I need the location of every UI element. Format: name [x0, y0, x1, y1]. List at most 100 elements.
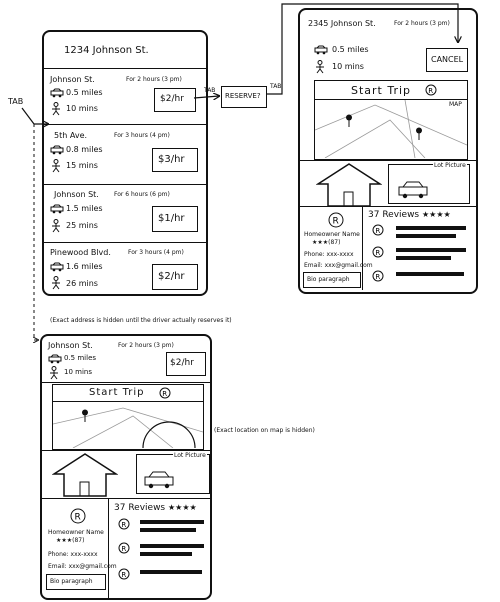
- price-label: $3/hr: [158, 154, 185, 165]
- cancel-label: CANCEL: [431, 55, 464, 64]
- avatar: R: [70, 508, 86, 524]
- walk-icon: [316, 60, 324, 74]
- reserve-prompt[interactable]: RESERVE?: [221, 86, 267, 108]
- price-button[interactable]: $3/hr: [152, 148, 198, 172]
- svg-text:R: R: [121, 571, 126, 579]
- section-divider: [42, 382, 210, 383]
- price-button[interactable]: $2/hr: [166, 352, 206, 376]
- svg-text:R: R: [428, 87, 433, 95]
- listing-street: Pinewood Blvd.: [50, 248, 111, 257]
- listing-row[interactable]: 5th Ave. For 3 hours (4 pm) 0.8 miles 15…: [44, 126, 206, 184]
- header-divider: [44, 68, 206, 69]
- listing-distance: 1.6 miles: [66, 262, 103, 271]
- preview-duration: For 2 hours (3 pm): [118, 342, 174, 349]
- reviewer-avatar: R: [372, 270, 384, 282]
- lot-picture-label: Lot Picture: [433, 162, 467, 169]
- car-icon: [314, 45, 328, 55]
- listing-duration: For 3 hours (4 pm): [114, 132, 170, 139]
- review-line: [396, 256, 451, 260]
- reserve-label: RESERVE?: [225, 92, 261, 100]
- note-hidden-location: (Exact location on map is hidden): [214, 427, 315, 434]
- destination-pin-icon: [416, 127, 422, 140]
- map-panel[interactable]: Start Trip R: [52, 384, 204, 450]
- svg-text:R: R: [375, 227, 380, 235]
- house-icon: [316, 163, 382, 207]
- start-trip-label: Start Trip: [89, 387, 145, 398]
- arrow-dashed-down: [34, 124, 38, 340]
- car-icon: [50, 262, 64, 272]
- listing-duration: For 6 hours (6 pm): [114, 191, 170, 198]
- reviews-count: 37 Reviews: [114, 503, 166, 513]
- walk-icon: [52, 219, 60, 233]
- section-divider: [300, 206, 476, 207]
- walk-icon: [50, 366, 58, 380]
- hidden-location-circle: [53, 407, 203, 448]
- note-hidden-address: (Exact address is hidden until the drive…: [50, 317, 232, 324]
- lot-picture[interactable]: Lot Picture: [388, 162, 470, 204]
- preview-screen: Johnson St. For 2 hours (3 pm) 0.5 miles…: [40, 334, 212, 600]
- review-line: [396, 272, 464, 276]
- price-button[interactable]: $2/hr: [154, 88, 196, 112]
- listing-street: Johnson St.: [50, 75, 95, 84]
- svg-text:R: R: [375, 249, 380, 257]
- owner-rating: ★★★(87): [312, 239, 341, 246]
- listings-header: 1234 Johnson St.: [64, 45, 149, 56]
- map-pin-icon: [82, 409, 88, 422]
- listing-street: Johnson St.: [54, 190, 99, 199]
- price-label: $1/hr: [158, 213, 185, 224]
- listing-street: 5th Ave.: [54, 131, 88, 140]
- reserved-duration: For 2 hours (3 pm): [394, 20, 450, 27]
- price-label: $2/hr: [160, 94, 184, 104]
- section-divider: [300, 160, 476, 161]
- start-trip-icon[interactable]: R: [425, 84, 437, 96]
- preview-distance: 0.5 miles: [64, 354, 97, 362]
- listing-row[interactable]: Johnson St. For 6 hours (6 pm) 1.5 miles…: [44, 184, 206, 244]
- avatar: R: [328, 212, 344, 228]
- svg-text:R: R: [121, 521, 126, 529]
- bio-box: Bio paragraph: [46, 574, 106, 590]
- svg-text:R: R: [333, 217, 339, 227]
- reserved-distance: 0.5 miles: [332, 45, 369, 54]
- listing-distance: 0.5 miles: [66, 88, 103, 97]
- map-roads: [315, 100, 467, 158]
- tab-label-left: TAB: [8, 97, 24, 106]
- bio-box: Bio paragraph: [303, 272, 361, 288]
- car-icon: [50, 145, 64, 155]
- car-icon: [398, 181, 428, 199]
- car-icon: [48, 354, 62, 364]
- reviewer-avatar: R: [118, 568, 130, 580]
- owner-divider: [108, 498, 109, 598]
- listing-duration: For 2 hours (3 pm): [126, 76, 182, 83]
- reviewer-avatar: R: [118, 542, 130, 554]
- tab-label-right: TAB: [270, 83, 282, 90]
- cancel-button[interactable]: CANCEL: [426, 48, 468, 72]
- review-line: [140, 552, 192, 556]
- price-button[interactable]: $2/hr: [152, 264, 198, 290]
- review-line: [396, 234, 456, 238]
- lot-picture[interactable]: Lot Picture: [136, 452, 210, 494]
- reviews-stars: ★★★★: [422, 210, 451, 219]
- walk-icon: [52, 102, 60, 116]
- start-trip-label: Start Trip: [351, 84, 412, 97]
- review-line: [140, 570, 202, 574]
- reviewer-avatar: R: [372, 246, 384, 258]
- reserved-address: 2345 Johnson St.: [308, 19, 376, 28]
- reviewer-avatar: R: [118, 518, 130, 530]
- reserved-screen: 2345 Johnson St. For 2 hours (3 pm) 0.5 …: [298, 8, 478, 294]
- review-line: [396, 226, 466, 230]
- review-line: [140, 520, 204, 524]
- car-icon: [144, 471, 174, 489]
- lot-picture-label: Lot Picture: [173, 452, 207, 459]
- listing-row[interactable]: Pinewood Blvd. For 3 hours (4 pm) 1.6 mi…: [44, 242, 206, 294]
- owner-divider: [362, 206, 363, 290]
- car-icon: [50, 204, 64, 214]
- row-divider: [44, 124, 206, 125]
- map-pin-icon: [346, 114, 352, 127]
- map-panel[interactable]: Start Trip R MAP: [314, 80, 468, 160]
- reserved-walk-time: 10 mins: [332, 62, 364, 71]
- listing-walk-time: 25 mins: [66, 221, 98, 230]
- start-trip-icon[interactable]: R: [159, 387, 171, 399]
- section-divider: [42, 450, 210, 451]
- svg-text:R: R: [121, 545, 126, 553]
- price-button[interactable]: $1/hr: [152, 206, 198, 232]
